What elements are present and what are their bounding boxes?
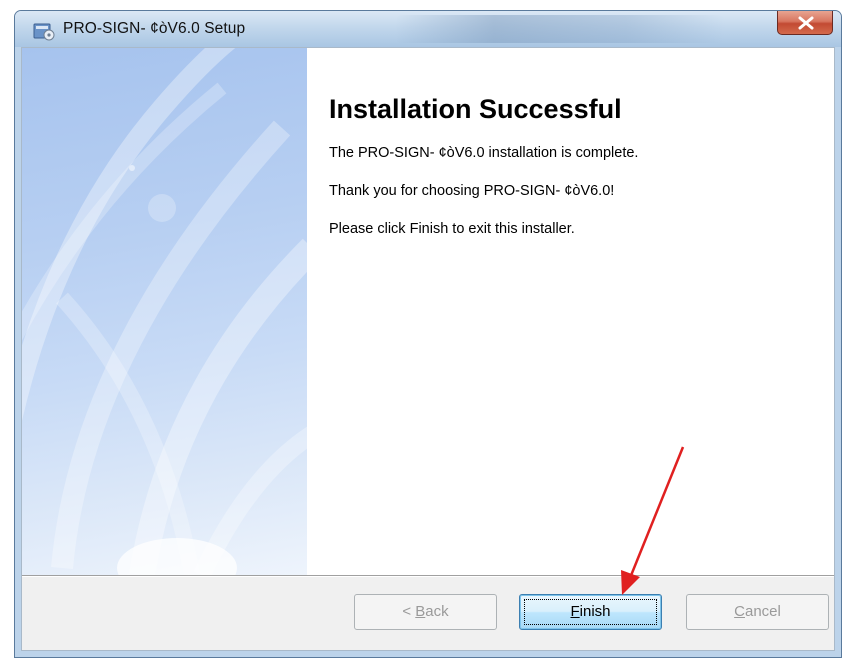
wizard-content-panel: Installation Successful The PRO-SIGN- ¢ò… <box>307 48 834 575</box>
back-button[interactable]: < Back <box>354 594 497 630</box>
close-button[interactable] <box>777 11 833 35</box>
title-bar[interactable]: PRO-SIGN- ¢òV6.0 Setup <box>15 11 841 47</box>
thanks-message: Thank you for choosing PRO-SIGN- ¢òV6.0! <box>329 183 615 199</box>
page-heading: Installation Successful <box>329 94 622 124</box>
finish-button[interactable]: Finish <box>519 594 662 630</box>
finish-instruction: Please click Finish to exit this install… <box>329 221 575 237</box>
installer-app-icon <box>33 23 55 41</box>
wizard-client-area: Installation Successful The PRO-SIGN- ¢ò… <box>21 47 835 651</box>
close-icon <box>798 16 814 30</box>
setup-window: PRO-SIGN- ¢òV6.0 Setup Installation Succ… <box>14 10 842 658</box>
cancel-button[interactable]: Cancel <box>686 594 829 630</box>
completion-message: The PRO-SIGN- ¢òV6.0 installation is com… <box>329 145 639 161</box>
button-area-separator <box>22 575 834 577</box>
wizard-banner-image <box>22 48 307 575</box>
window-title: PRO-SIGN- ¢òV6.0 Setup <box>63 20 246 37</box>
